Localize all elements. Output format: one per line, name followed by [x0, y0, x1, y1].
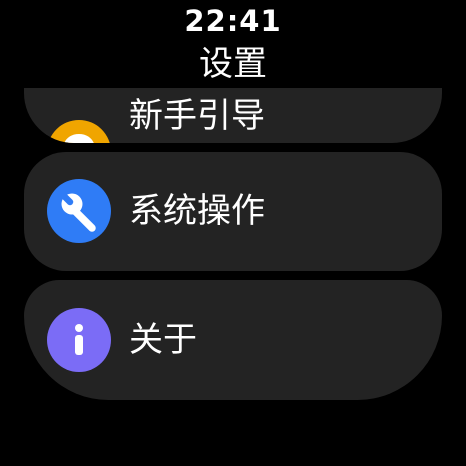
settings-list[interactable]: 新手引导 系统操作 关于	[0, 88, 466, 466]
menu-item-about[interactable]: 关于	[24, 280, 442, 400]
page-title: 设置	[199, 44, 267, 84]
lightbulb-icon	[47, 120, 111, 143]
wrench-icon	[47, 179, 111, 243]
menu-item-label: 系统操作	[129, 191, 265, 231]
menu-item-label: 新手引导	[129, 96, 265, 136]
info-icon	[47, 308, 111, 372]
menu-item-system-operations[interactable]: 系统操作	[24, 152, 442, 271]
menu-item-label: 关于	[129, 320, 197, 360]
menu-item-beginner-guide[interactable]: 新手引导	[24, 88, 442, 143]
status-time: 22:41	[184, 4, 282, 38]
